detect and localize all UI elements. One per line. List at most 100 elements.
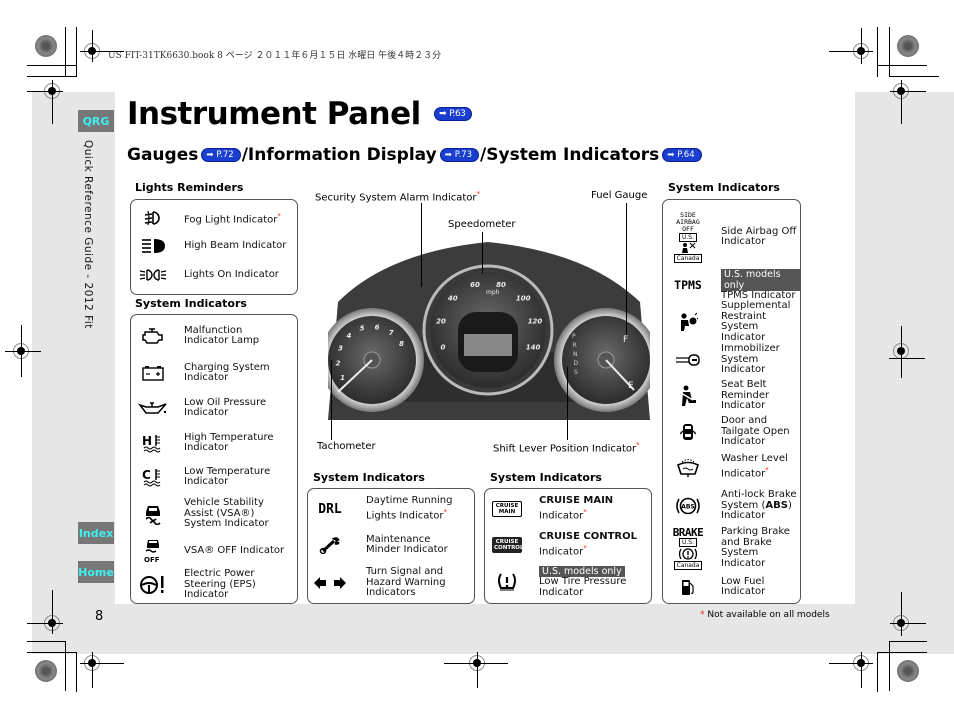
list-item: Maintenance Minder Indicator: [308, 529, 474, 561]
us-models-only-tag: U.S. models only: [539, 565, 625, 577]
fuel-empty-label: E: [628, 381, 634, 391]
page-ref-link[interactable]: ➡ P.72: [201, 148, 241, 162]
tachometer-tick-label: 2: [336, 360, 341, 368]
callout-tachometer: Tachometer: [317, 441, 376, 452]
page-title-text: Instrument Panel: [127, 96, 421, 132]
subtitle-info-display: /Information Display: [241, 145, 437, 165]
lights-on-icon: [131, 267, 175, 283]
high-beam-icon: [131, 237, 175, 255]
door-open-icon: [663, 422, 713, 442]
shift-letter: S: [574, 369, 578, 376]
speedometer-tick-label: 0: [440, 343, 445, 351]
immobilizer-key-icon: [663, 354, 713, 366]
callout-fuel-gauge: Fuel Gauge: [591, 190, 648, 201]
item-label: Lights On Indicator: [184, 268, 279, 280]
seat-belt-icon: [663, 385, 713, 407]
list-item: Supplemental Restraint System Indicator: [663, 300, 800, 343]
check-engine-icon: [131, 327, 175, 345]
leader-line: [482, 232, 483, 274]
item-label: Seat Belt Reminder Indicator: [721, 379, 770, 412]
list-item: Low Oil Pressure Indicator: [131, 392, 297, 424]
tachometer-tick-label: 3: [338, 345, 343, 353]
list-item: Charging System Indicator: [131, 357, 297, 389]
tire-pressure-icon: [485, 572, 529, 592]
page-ref-link[interactable]: ➡ P.73: [439, 148, 480, 162]
info-display-screen: [464, 334, 512, 356]
speedometer-tick-label: 120: [528, 318, 543, 326]
us-tag: U.S.: [678, 537, 697, 547]
item-label: Low Temperature Indicator: [184, 465, 271, 487]
index-button[interactable]: Index: [78, 522, 114, 544]
fog-light-icon: [131, 209, 175, 227]
page-ref-link[interactable]: ➡ P.64: [662, 148, 702, 162]
speedometer-tick-label: 40: [448, 294, 458, 302]
page-number: 8: [95, 609, 104, 624]
svg-text:OFF: OFF: [144, 556, 160, 563]
wrench-icon: [308, 536, 352, 554]
us-tag: U.S.: [678, 232, 697, 242]
list-item: SIDE AIRBAG OFF U.S. Canada Side Airbag …: [663, 206, 800, 268]
item-label: Washer Level Indicator*: [721, 453, 788, 480]
leader-line: [331, 360, 332, 440]
tachometer-tick-label: 6: [375, 323, 380, 331]
list-item: Lights On Indicator: [131, 262, 297, 288]
tachometer-tick-label: 5: [360, 325, 365, 333]
home-button[interactable]: Home: [78, 561, 114, 583]
page-ref-link[interactable]: ➡ P.63: [434, 106, 473, 121]
item-label: CRUISE MAIN Indicator*: [539, 495, 614, 522]
list-item: Turn Signal and Hazard Warning Indicator…: [308, 565, 474, 601]
cruise-main-icon: CRUISE MAIN: [485, 501, 529, 517]
svg-text:C: C: [142, 468, 151, 482]
arrow-right-icon: ➡: [206, 150, 214, 160]
oil-can-icon: [131, 400, 175, 416]
speedometer-tick-label: 140: [526, 343, 541, 351]
speedometer-tick-label: 100: [516, 294, 531, 302]
qrg-button[interactable]: QRG: [78, 110, 114, 132]
registration-disc: [897, 660, 919, 682]
item-label: High Temperature Indicator: [184, 431, 274, 453]
us-models-only-tag: U.S. models only: [721, 268, 800, 291]
item-label: Parking Brake and Brake System Indicator: [721, 526, 790, 569]
fuel-full-label: F: [623, 335, 628, 345]
item-label: Turn Signal and Hazard Warning Indicator…: [366, 566, 446, 599]
item-label: Low Fuel Indicator: [721, 575, 766, 597]
page-title: Instrument Panel ➡ P.63: [127, 96, 473, 132]
footnote: * Not available on all models: [700, 610, 830, 620]
list-item: TPMS U.S. models only TPMS Indicator: [663, 268, 800, 301]
list-item: OFF VSA® OFF Indicator: [131, 535, 297, 567]
arrow-right-icon: ➡: [439, 108, 447, 119]
print-header: US FIT-31TK6630.book 8 ページ ２０１１年６月１５日 水曜…: [108, 51, 442, 61]
tachometer-tick-label: 1: [340, 374, 345, 382]
leader-line: [626, 203, 627, 335]
item-label: Electric Power Steering (EPS) Indicator: [184, 568, 256, 601]
item-label: U.S. models only TPMS Indicator: [721, 268, 800, 302]
tachometer-tick-label: 7: [389, 329, 394, 337]
lights-reminders-heading: Lights Reminders: [135, 181, 244, 194]
shift-letter: P: [572, 333, 576, 340]
arrow-right-icon: ➡: [444, 150, 452, 160]
callout-shift-lever: Shift Lever Position Indicator*: [493, 441, 640, 455]
shift-letter: D: [574, 360, 579, 367]
svg-text:ABS: ABS: [681, 504, 695, 511]
leader-line: [421, 203, 422, 287]
high-temperature-icon: H: [131, 433, 175, 453]
system-indicators-heading: System Indicators: [313, 471, 425, 484]
side-airbag-off-icon: SIDE AIRBAG OFF U.S. Canada: [663, 211, 713, 263]
callout-security-alarm: Security System Alarm Indicator*: [315, 190, 481, 204]
item-label: U.S. models only Low Tire Pressure Indica…: [539, 565, 627, 598]
vsa-icon: [131, 503, 175, 525]
list-item: Immobilizer System Indicator: [663, 344, 800, 376]
vsa-off-icon: OFF: [131, 539, 175, 563]
system-indicators-box-mid2: CRUISE MAIN CRUISE MAIN Indicator* CRUISE…: [484, 488, 652, 604]
item-label: Supplemental Restraint System Indicator: [721, 300, 791, 343]
list-item: U.S. models only Low Tire Pressure Indica…: [485, 563, 651, 601]
list-item: DRL Daytime Running Lights Indicator*: [308, 493, 474, 525]
drl-icon: DRL: [318, 501, 342, 517]
item-label: Vehicle Stability Assist (VSA®) System I…: [184, 497, 269, 530]
arrow-right-icon: ➡: [667, 150, 675, 160]
list-item: C Low Temperature Indicator: [131, 461, 297, 493]
list-item: Low Fuel Indicator: [663, 574, 800, 600]
list-item: CRUISE CONTROL CRUISE CONTROL Indicator*: [485, 529, 651, 561]
item-label: High Beam Indicator: [184, 239, 287, 251]
canada-tag: Canada: [673, 253, 703, 263]
